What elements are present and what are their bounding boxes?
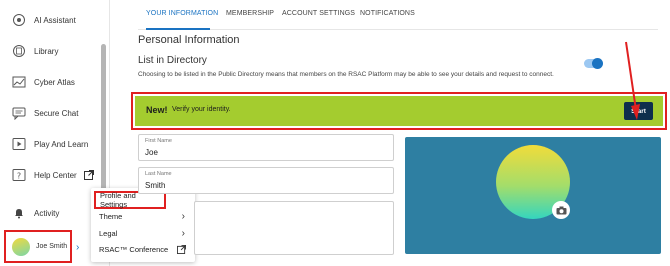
sidebar-item-secure-chat[interactable]: Secure Chat: [12, 106, 78, 120]
section-title: Personal Information: [138, 34, 240, 46]
sidebar-item-help-center[interactable]: ? Help Center: [12, 168, 94, 182]
tab-account-settings[interactable]: ACCOUNT SETTINGS: [282, 10, 355, 17]
library-icon: [12, 44, 26, 58]
sidebar-item-cyber-atlas[interactable]: Cyber Atlas: [12, 75, 75, 89]
list-in-directory-title: List in Directory: [138, 55, 207, 66]
menu-item-theme[interactable]: Theme ›: [91, 208, 195, 224]
sidebar-item-label: Secure Chat: [34, 108, 79, 118]
sidebar-item-label: AI Assistant: [34, 15, 76, 25]
chevron-right-icon: ›: [181, 210, 185, 222]
list-in-directory-toggle[interactable]: [584, 58, 603, 69]
user-menu-button[interactable]: Joe Smith: [4, 230, 72, 263]
svg-text:?: ?: [17, 172, 21, 181]
toggle-knob: [592, 58, 603, 69]
field-label: First Name: [145, 138, 172, 144]
ai-assistant-icon: [12, 13, 26, 27]
sidebar-item-label: Cyber Atlas: [34, 77, 75, 87]
sidebar-item-label: Play And Learn: [34, 139, 89, 149]
external-link-icon: [83, 170, 94, 180]
sidebar-item-label: Activity: [34, 208, 60, 218]
sidebar-item-activity[interactable]: Activity: [12, 206, 59, 220]
verify-identity-banner: New! Verify your identity. Start: [135, 96, 663, 126]
user-popup-menu: Profile and Settings Theme › Legal › RSA…: [91, 188, 195, 262]
menu-item-label: RSAC™ Conference: [99, 244, 169, 254]
bio-field[interactable]: [194, 201, 394, 255]
menu-item-rsac-conference[interactable]: RSAC™ Conference: [91, 241, 195, 257]
chevron-right-icon: ›: [76, 242, 80, 253]
avatar: [12, 237, 30, 256]
sidebar-item-play-and-learn[interactable]: Play And Learn: [12, 137, 88, 151]
tab-membership[interactable]: MEMBERSHIP: [226, 10, 274, 17]
banner-text: Verify your identity.: [172, 106, 231, 113]
external-link-icon: [177, 244, 186, 254]
field-value: Joe: [145, 148, 158, 157]
tab-notifications[interactable]: NOTIFICATIONS: [360, 10, 415, 17]
sidebar-item-label: Help Center: [34, 170, 77, 180]
list-in-directory-description: Choosing to be listed in the Public Dire…: [138, 71, 554, 78]
sidebar-item-library[interactable]: Library: [12, 44, 58, 58]
active-tab-indicator: [146, 28, 210, 30]
chat-icon: [12, 106, 26, 120]
menu-item-label: Theme: [99, 211, 123, 221]
chevron-right-icon: ›: [181, 227, 185, 239]
banner-new-label: New!: [146, 105, 168, 115]
field-value: Smith: [145, 181, 166, 190]
help-icon: ?: [12, 168, 26, 182]
cyber-atlas-icon: [12, 75, 26, 89]
camera-icon[interactable]: [552, 201, 570, 219]
arrow-annotation-icon: [625, 41, 640, 120]
sidebar-item-label: Library: [34, 46, 59, 56]
menu-item-legal[interactable]: Legal ›: [91, 225, 195, 241]
bell-icon: [12, 206, 26, 220]
tab-your-information[interactable]: YOUR INFORMATION: [146, 10, 218, 17]
menu-item-label: Legal: [99, 228, 118, 238]
last-name-field[interactable]: Last Name Smith: [138, 167, 394, 194]
play-icon: [12, 137, 26, 151]
sidebar-item-ai-assistant[interactable]: AI Assistant: [12, 13, 76, 27]
user-name: Joe Smith: [36, 243, 68, 250]
first-name-field[interactable]: First Name Joe: [138, 134, 394, 161]
profile-photo-panel: [405, 137, 661, 254]
field-label: Last Name: [145, 171, 172, 177]
